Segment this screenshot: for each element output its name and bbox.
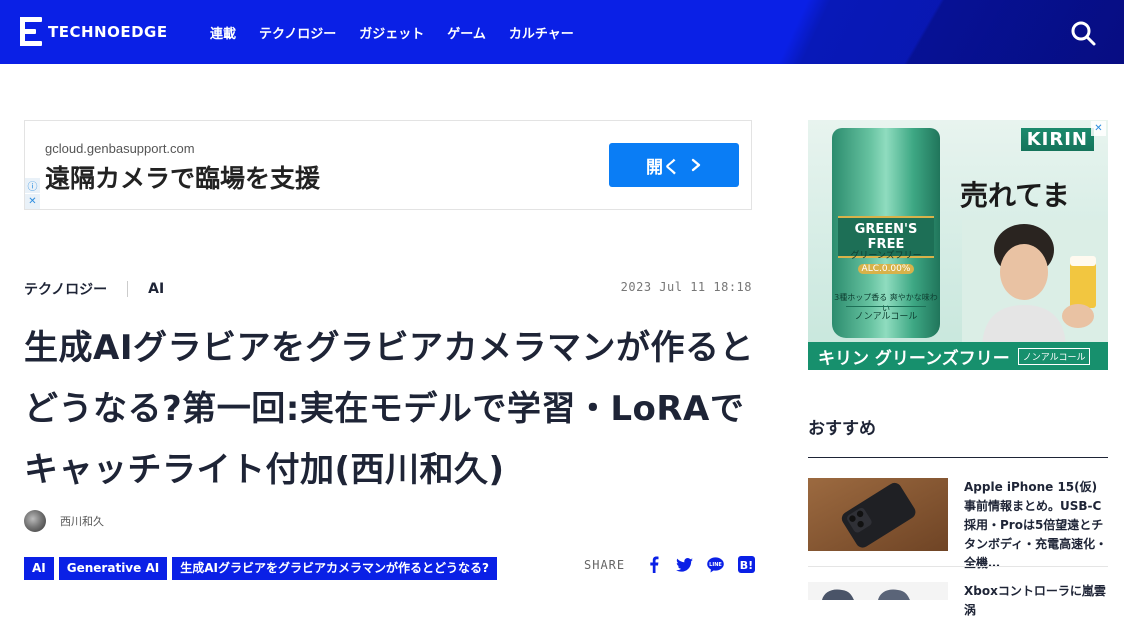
ad-close-icon[interactable]: ✕	[1091, 121, 1106, 136]
beer-can-image: GREEN'S FREE グリーンズフリー ALC.0.00% 3種ホップ香る …	[832, 128, 940, 338]
logo-mark-icon	[20, 17, 42, 47]
subcategory-link[interactable]: AI	[148, 281, 164, 297]
can-alcohol: ALC.0.00%	[858, 264, 914, 274]
article-title: 生成AIグラビアをグラビアカメラマンが作るとどうなる?第一回:実在モデルで学習・…	[24, 328, 754, 490]
ad-open-label: 開く	[646, 157, 680, 178]
author-info[interactable]: 西川和久	[24, 510, 104, 532]
tag-ai[interactable]: AI	[24, 557, 54, 580]
can-nonalcohol: ノンアルコール	[846, 306, 926, 322]
ad-banner[interactable]: gcloud.genbasupport.com 遠隔カメラで臨場を支援 開く ⓘ…	[24, 120, 752, 210]
chevron-right-icon	[691, 158, 701, 172]
svg-text:B!: B!	[740, 559, 753, 572]
recommend-heading: おすすめ	[808, 419, 876, 439]
ad-bottom-bar: キリン グリーンズフリー ノンアルコール	[808, 342, 1108, 370]
author-name: 西川和久	[60, 515, 104, 528]
ad-headline: 遠隔カメラで臨場を支援	[45, 164, 321, 193]
ad-open-button[interactable]: 開く	[609, 143, 739, 187]
search-icon[interactable]	[1068, 18, 1098, 48]
site-logo[interactable]: TECHNOEDGE	[20, 16, 168, 48]
nav-item-series[interactable]: 連載	[210, 23, 236, 42]
share-label: SHARE	[584, 557, 626, 572]
category-divider	[127, 281, 129, 297]
facebook-icon[interactable]	[645, 556, 662, 573]
svg-text:LINE: LINE	[709, 562, 722, 568]
adchoices-info-icon[interactable]: ⓘ	[25, 178, 40, 193]
logo-text: TECHNOEDGE	[48, 23, 168, 41]
nav-item-game[interactable]: ゲーム	[447, 23, 486, 42]
nav-item-technology[interactable]: テクノロジー	[259, 23, 336, 42]
site-header: TECHNOEDGE 連載 テクノロジー ガジェット ゲーム カルチャー	[0, 0, 1124, 64]
breadcrumb: テクノロジー AI	[24, 278, 164, 300]
share-bar: SHARE LINE B!	[584, 556, 756, 573]
line-icon[interactable]: LINE	[707, 556, 724, 573]
category-link[interactable]: テクノロジー	[24, 279, 107, 299]
tag-generative-ai[interactable]: Generative AI	[58, 557, 168, 580]
person-with-beer-image	[962, 220, 1108, 350]
tag-list: AI Generative AI 生成AIグラビアをグラビアカメラマンが作るとど…	[24, 557, 497, 580]
tag-series[interactable]: 生成AIグラビアをグラビアカメラマンが作るとどうなる?	[172, 557, 497, 580]
ad-bottom-text: キリン グリーンズフリー	[818, 348, 1010, 369]
hatena-bookmark-icon[interactable]: B!	[738, 556, 756, 573]
ad-domain: gcloud.genbasupport.com	[45, 141, 195, 156]
avatar	[24, 510, 46, 532]
publish-date: 2023 Jul 11 18:18	[620, 280, 752, 294]
recommend-item-title: Apple iPhone 15(仮) 事前情報まとめ。USB-C採用・Proは5…	[964, 480, 1108, 570]
ad-bottom-badge: ノンアルコール	[1017, 347, 1091, 365]
recommend-divider	[808, 566, 1108, 567]
recommend-rule	[808, 457, 1108, 458]
kirin-logo: KIRIN	[1020, 128, 1094, 151]
twitter-icon[interactable]	[676, 556, 694, 573]
list-item[interactable]: Apple iPhone 15(仮) 事前情報まとめ。USB-C採用・Proは5…	[808, 478, 1108, 573]
nav-item-culture[interactable]: カルチャー	[509, 23, 574, 42]
phone-thumbnail-image	[808, 478, 948, 551]
side-ad[interactable]: GREEN'S FREE グリーンズフリー ALC.0.00% 3種ホップ香る …	[808, 120, 1108, 370]
nav-item-gadget[interactable]: ガジェット	[359, 23, 424, 42]
main-nav: 連載 テクノロジー ガジェット ゲーム カルチャー	[210, 0, 574, 64]
can-product-kana: グリーンズフリー	[850, 251, 922, 261]
ad-close-icon[interactable]: ✕	[25, 194, 40, 209]
list-item[interactable]: Xboxコントローラに嵐雲涡	[808, 582, 1108, 620]
controller-thumbnail-image	[808, 582, 948, 600]
recommend-item-title: Xboxコントローラに嵐雲涡	[964, 584, 1106, 617]
